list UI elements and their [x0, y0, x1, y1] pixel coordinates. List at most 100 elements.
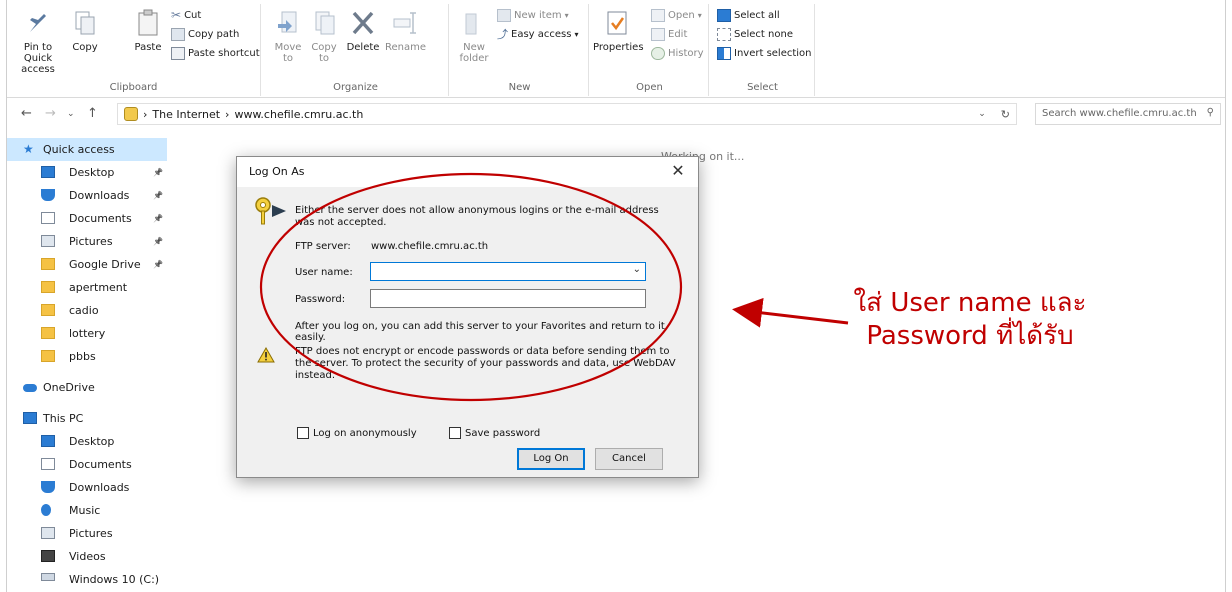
- log-on-anonymously-checkbox[interactable]: Log on anonymously: [297, 427, 417, 439]
- copy-label: Copy: [72, 42, 98, 53]
- back-arrow-icon[interactable]: ←: [21, 106, 32, 121]
- sidebar-item-this-pc[interactable]: This PC: [7, 407, 167, 430]
- sidebar-item-pc-videos[interactable]: Videos: [7, 545, 167, 568]
- sidebar-item-apertment[interactable]: apertment: [7, 276, 167, 299]
- invert-selection-button[interactable]: Invert selection: [717, 44, 812, 62]
- copy-to-button[interactable]: Copy to: [309, 8, 339, 64]
- move-to-button[interactable]: Move to: [273, 8, 303, 64]
- document-icon: [41, 212, 55, 224]
- select-none-label: Select none: [734, 28, 793, 40]
- checkbox-box[interactable]: [297, 427, 309, 439]
- picture-icon: [41, 527, 55, 539]
- internet-globe-icon: [124, 107, 138, 121]
- pinned-icon: 📌: [153, 237, 163, 246]
- sidebar-item-cadio[interactable]: cadio: [7, 299, 167, 322]
- move-to-icon: [278, 11, 297, 33]
- paste-button[interactable]: Paste: [131, 8, 165, 53]
- properties-button[interactable]: Properties: [593, 8, 644, 53]
- sidebar-item-onedrive[interactable]: OneDrive: [7, 376, 167, 399]
- copy-button[interactable]: Copy: [69, 8, 101, 53]
- cancel-button[interactable]: Cancel: [595, 448, 663, 470]
- easy-access-button[interactable]: ⤴ Easy access ▾: [497, 25, 578, 43]
- copy-icon: [75, 11, 95, 35]
- select-none-button[interactable]: Select none: [717, 25, 793, 43]
- select-group: Select all Select none Invert selection …: [711, 4, 815, 96]
- checkbox-box[interactable]: [449, 427, 461, 439]
- search-input[interactable]: Search www.chefile.cmru.ac.th ⚲: [1035, 103, 1221, 125]
- sidebar-item-pc-documents[interactable]: Documents: [7, 453, 167, 476]
- forward-arrow-icon[interactable]: →: [45, 106, 56, 121]
- sidebar-item-pictures[interactable]: Pictures 📌: [7, 230, 167, 253]
- history-button[interactable]: History: [651, 44, 704, 62]
- sidebar-item-pc-downloads[interactable]: Downloads: [7, 476, 167, 499]
- select-all-button[interactable]: Select all: [717, 6, 780, 24]
- open-icon: [651, 8, 665, 22]
- properties-label: Properties: [593, 42, 644, 53]
- sidebar-item-google-drive[interactable]: Google Drive 📌: [7, 253, 167, 276]
- sidebar-item-pc-pictures[interactable]: Pictures: [7, 522, 167, 545]
- folder-icon: [41, 304, 55, 316]
- new-folder-icon: [465, 13, 477, 35]
- sidebar-item-lottery[interactable]: lottery: [7, 322, 167, 345]
- refresh-icon[interactable]: ↻: [1001, 108, 1010, 121]
- copy-path-button[interactable]: Copy path: [171, 25, 239, 43]
- select-all-label: Select all: [734, 9, 780, 21]
- sidebar-item-pc-desktop[interactable]: Desktop: [7, 430, 167, 453]
- sidebar-item-downloads[interactable]: Downloads 📌: [7, 184, 167, 207]
- paste-shortcut-button[interactable]: Paste shortcut: [171, 44, 260, 62]
- rename-label: Rename: [385, 42, 427, 53]
- open-button[interactable]: Open ▾: [651, 6, 702, 24]
- password-field[interactable]: [370, 289, 646, 308]
- desktop-icon: [41, 435, 55, 447]
- cut-button[interactable]: ✂ Cut: [171, 6, 201, 24]
- easy-access-label: Easy access: [511, 28, 572, 40]
- edit-button[interactable]: Edit: [651, 25, 687, 43]
- edit-icon: [651, 27, 665, 41]
- username-combobox[interactable]: ⌄: [370, 262, 646, 281]
- after-logon-note: After you log on, you can add this serve…: [295, 321, 665, 343]
- address-bar[interactable]: › The Internet › www.chefile.cmru.ac.th …: [117, 103, 1017, 125]
- breadcrumb-internet[interactable]: The Internet: [152, 108, 220, 121]
- new-item-button[interactable]: New item ▾: [497, 6, 569, 24]
- sidebar-item-label: Documents: [69, 458, 132, 471]
- sidebar-item-pc-windows-10-c-[interactable]: Windows 10 (C:): [7, 568, 167, 591]
- annotation-text: ใส่ User name และ Password ที่ได้รับ: [820, 287, 1120, 353]
- save-password-checkbox[interactable]: Save password: [449, 427, 540, 439]
- sidebar-item-label: lottery: [69, 327, 106, 340]
- pinned-icon: 📌: [153, 214, 163, 223]
- recent-locations-chevron-icon[interactable]: ⌄: [67, 109, 75, 119]
- search-placeholder: Search www.chefile.cmru.ac.th: [1042, 108, 1197, 119]
- dropdown-arrow-icon: ▾: [574, 29, 579, 39]
- select-all-icon: [717, 8, 731, 22]
- desktop-icon: [41, 166, 55, 178]
- clipboard-group-label: Clipboard: [109, 82, 158, 93]
- log-on-button[interactable]: Log On: [517, 448, 585, 470]
- username-label: User name:: [295, 267, 353, 278]
- pin-label: Pin to Quick access: [21, 42, 55, 75]
- chevron-down-icon[interactable]: ⌄: [633, 264, 641, 275]
- rename-button[interactable]: Rename: [385, 8, 427, 53]
- history-icon: [651, 46, 665, 60]
- sidebar-item-pc-music[interactable]: Music: [7, 499, 167, 522]
- annotation-line-1: ใส่ User name และ: [853, 288, 1087, 318]
- sidebar-item-label: Desktop: [69, 435, 115, 448]
- sidebar-item-desktop[interactable]: Desktop 📌: [7, 161, 167, 184]
- breadcrumb-host[interactable]: www.chefile.cmru.ac.th: [234, 108, 363, 121]
- paste-icon: [138, 9, 158, 36]
- delete-button[interactable]: Delete: [343, 8, 383, 53]
- keys-icon: [255, 197, 286, 225]
- address-dropdown-chevron-icon[interactable]: ⌄: [978, 109, 986, 119]
- new-folder-button[interactable]: New folder: [457, 8, 491, 64]
- sidebar-item-documents[interactable]: Documents 📌: [7, 207, 167, 230]
- sidebar-item-pbbs[interactable]: pbbs: [7, 345, 167, 368]
- folder-icon: [41, 281, 55, 293]
- close-icon[interactable]: ✕: [668, 161, 688, 181]
- sidebar-item-quick-access[interactable]: ★ Quick access: [7, 138, 167, 161]
- pin-quick-access-button[interactable]: Pin to Quick access: [9, 8, 67, 75]
- drive-icon: [41, 573, 55, 581]
- cloud-icon: [23, 384, 37, 392]
- sidebar-item-label: Videos: [69, 550, 106, 563]
- pinned-icon: 📌: [153, 260, 163, 269]
- search-icon: ⚲: [1206, 107, 1214, 118]
- up-arrow-icon[interactable]: ↑: [87, 106, 98, 121]
